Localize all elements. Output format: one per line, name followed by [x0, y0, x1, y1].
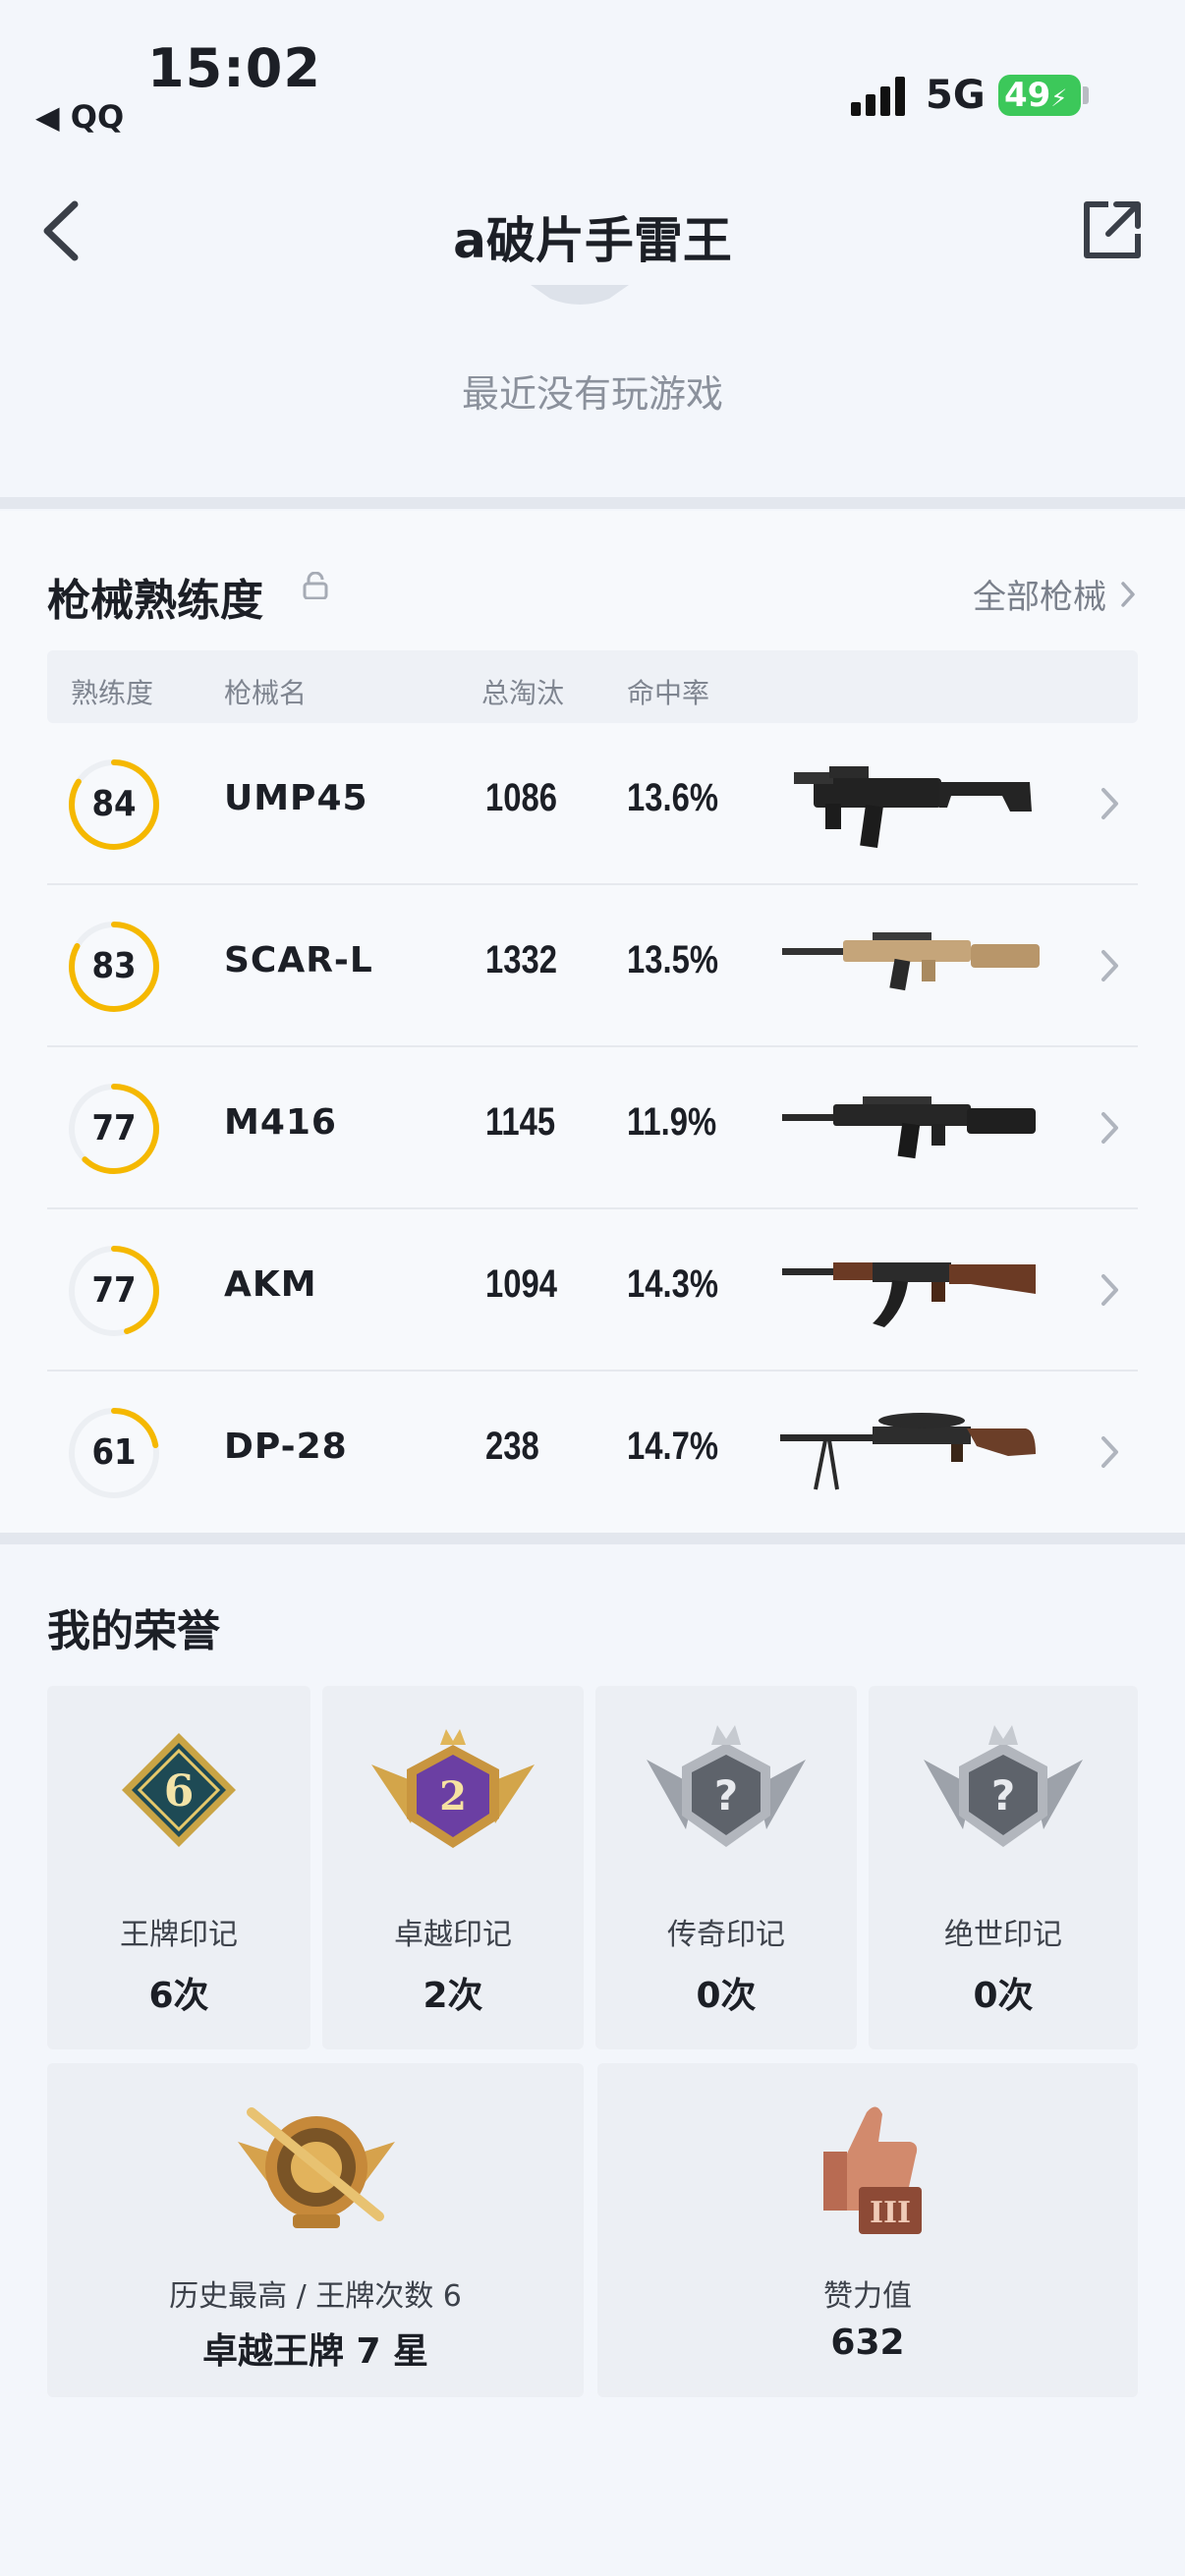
honor-label: 卓越印记 [394, 1918, 512, 1952]
chevron-right-icon [1121, 581, 1135, 607]
weapon-row-dp-28[interactable]: 61 DP-28 238 14.7% [47, 1372, 1138, 1534]
ace-mark-badge: 6 [122, 1733, 236, 1847]
battery-cap [1083, 86, 1089, 104]
all-weapons-link[interactable]: 全部枪械 [973, 570, 1136, 618]
back-to-app-link[interactable]: ◀ QQ [35, 98, 124, 136]
weapon-name: DP-28 [224, 1427, 348, 1467]
signal-icon [851, 77, 906, 116]
weapon-row-ump45[interactable]: 84 UMP45 1086 13.6% [47, 723, 1138, 885]
rifle-m416-icon [782, 1096, 1036, 1159]
weapon-kills: 1332 [485, 938, 557, 981]
weapon-hit-rate: 11.9% [627, 1100, 717, 1144]
honor-count: 6次 [148, 1976, 209, 2016]
chevron-right-icon [1101, 1436, 1118, 1468]
all-weapons-label: 全部枪械 [973, 578, 1106, 617]
likes-value: 632 [830, 2323, 905, 2363]
weapon-kills: 1086 [485, 776, 557, 819]
mastery-value: 77 [91, 1270, 137, 1311]
weapon-hit-rate: 13.6% [627, 776, 719, 819]
status-time: 15:02 [147, 37, 321, 99]
empty-state-illustration [531, 285, 629, 305]
weapon-row-scar-l[interactable]: 83 SCAR-L 1332 13.5% [47, 885, 1138, 1047]
lock-icon [303, 572, 328, 599]
chevron-right-icon [1101, 1274, 1118, 1306]
weapon-name: M416 [224, 1102, 337, 1143]
section-divider [0, 1533, 1185, 1544]
lmg-dp28-icon [780, 1413, 1036, 1490]
honor-count: 2次 [423, 1976, 483, 2016]
legend-mark-badge: ? [647, 1725, 806, 1847]
honor-card-legend[interactable]: ? 传奇印记 0次 [595, 1686, 857, 2049]
smg-ump45-icon [794, 766, 1032, 849]
weapon-hit-rate: 14.7% [627, 1425, 719, 1468]
honor-card-peerless[interactable]: ? 绝世印记 0次 [869, 1686, 1138, 2049]
highest-tier-card[interactable]: 历史最高 / 王牌次数 6 卓越王牌 7 星 [47, 2063, 584, 2397]
svg-text:III: III [870, 2196, 911, 2230]
highest-tier-label: 历史最高 / 王牌次数 6 [169, 2279, 462, 2314]
status-bar: 15:02 ◀ QQ 5G 49⚡ [0, 0, 1185, 147]
excellence-mark-badge: 2 [371, 1729, 535, 1848]
mastery-value: 83 [91, 946, 137, 986]
page-title: a破片手雷王 [453, 212, 732, 269]
mastery-value: 84 [91, 784, 137, 824]
weapon-table-header: 熟练度 枪械名 总淘汰 命中率 [47, 650, 1138, 723]
weapon-kills: 238 [485, 1425, 539, 1468]
peerless-badge-symbol: ? [991, 1771, 1015, 1820]
weapon-section-title: 枪械熟练度 [47, 576, 263, 626]
weapon-row-m416[interactable]: 77 M416 1145 11.9% [47, 1047, 1138, 1209]
game-status-text: 最近没有玩游戏 [461, 372, 723, 416]
col-weapon-name: 枪械名 [224, 677, 308, 709]
highest-tier-value: 卓越王牌 7 星 [201, 2331, 429, 2372]
weapon-hit-rate: 13.5% [627, 938, 719, 981]
rifle-scar-icon [782, 932, 1040, 991]
chevron-right-icon [1101, 950, 1118, 981]
honor-label: 绝世印记 [944, 1918, 1062, 1952]
legend-badge-symbol: ? [714, 1771, 738, 1820]
honors-section: 我的荣誉 6 王牌印记 6次 2 卓越印记 2次 ? 传奇印记 0次 ? 绝世印… [0, 1544, 1185, 2576]
honors-section-title: 我的荣誉 [47, 1606, 220, 1656]
honor-card-ace[interactable]: 6 王牌印记 6次 [47, 1686, 310, 2049]
chevron-right-icon [1101, 1112, 1118, 1144]
chevron-right-icon [1101, 788, 1118, 819]
thumbs-up-trophy-icon: III [823, 2106, 922, 2234]
weapon-kills: 1145 [485, 1100, 556, 1144]
honor-label: 传奇印记 [667, 1918, 785, 1952]
mastery-value: 77 [91, 1108, 137, 1148]
weapon-row-akm[interactable]: 77 AKM 1094 14.3% [47, 1209, 1138, 1372]
weapon-name: UMP45 [224, 778, 368, 818]
weapon-name: SCAR-L [224, 940, 373, 980]
battery-level: 49 [1004, 76, 1051, 115]
weapon-mastery-section: 枪械熟练度 全部枪械 熟练度 枪械名 总淘汰 命中率 84 UMP45 1086… [0, 511, 1185, 1533]
share-icon[interactable] [1081, 198, 1144, 261]
col-kills: 总淘汰 [481, 677, 565, 709]
honor-label: 王牌印记 [120, 1918, 238, 1952]
col-hit-rate: 命中率 [627, 677, 710, 709]
section-divider [0, 497, 1185, 509]
likes-label: 赞力值 [823, 2279, 912, 2314]
honor-count: 0次 [973, 1976, 1034, 2016]
battery-icon: 49⚡ [998, 75, 1081, 116]
ace-badge-number: 6 [164, 1766, 195, 1817]
col-mastery: 熟练度 [71, 677, 154, 709]
rifle-akm-icon [782, 1262, 1036, 1327]
tier-crest-badge [238, 2107, 395, 2228]
weapon-kills: 1094 [485, 1262, 557, 1306]
peerless-mark-badge: ? [924, 1725, 1083, 1847]
honor-card-excellence[interactable]: 2 卓越印记 2次 [322, 1686, 584, 2049]
weapon-name: AKM [224, 1264, 317, 1305]
network-type: 5G [926, 73, 986, 118]
likes-card[interactable]: III 赞力值 632 [597, 2063, 1138, 2397]
honor-count: 0次 [696, 1976, 757, 2016]
weapon-hit-rate: 14.3% [627, 1262, 719, 1306]
excellence-badge-number: 2 [439, 1773, 467, 1820]
mastery-value: 61 [91, 1432, 137, 1473]
